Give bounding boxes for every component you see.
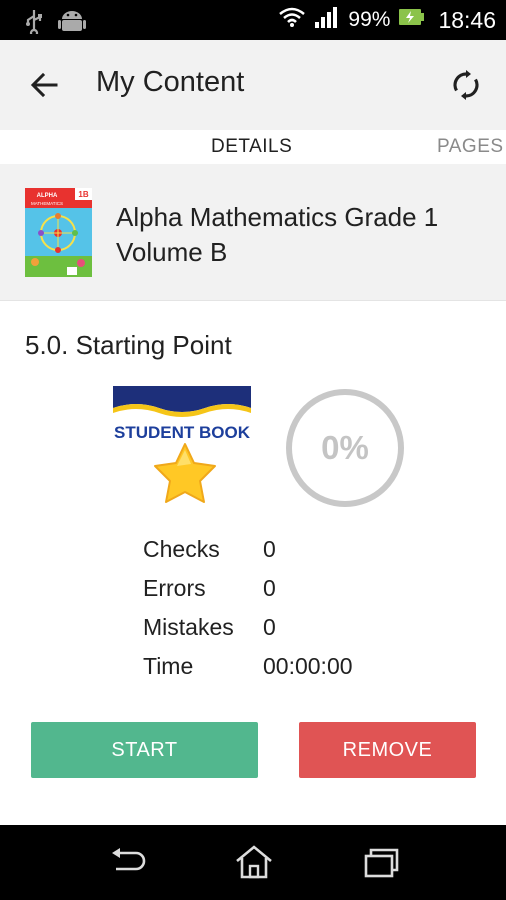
tab-bar: DETAILS PAGES bbox=[0, 130, 506, 164]
status-bar: 99% 18:46 bbox=[0, 0, 506, 40]
stat-label: Errors bbox=[143, 575, 206, 601]
back-nav-button[interactable] bbox=[103, 840, 153, 884]
arrow-back-icon bbox=[30, 72, 58, 98]
android-icon bbox=[58, 8, 86, 39]
book-header: 1B ALPHA MATHEMATICS Alpha Mathematics G… bbox=[0, 164, 506, 301]
back-button[interactable] bbox=[22, 63, 66, 107]
clock: 18:46 bbox=[438, 6, 496, 33]
tab-details[interactable]: DETAILS bbox=[211, 136, 292, 158]
stat-value: 0 bbox=[263, 536, 276, 562]
stat-label: Mistakes bbox=[143, 614, 234, 640]
stat-value: 0 bbox=[263, 614, 276, 640]
start-button[interactable]: START bbox=[31, 722, 258, 778]
system-nav-bar bbox=[0, 825, 506, 900]
student-book-badge: STUDENT BOOK bbox=[113, 386, 251, 506]
battery-percent: 99% bbox=[348, 8, 391, 31]
battery-charging-icon bbox=[398, 7, 425, 33]
recent-apps-nav-button[interactable] bbox=[355, 840, 405, 884]
wifi-icon bbox=[278, 6, 306, 34]
book-cover-image[interactable]: 1B ALPHA MATHEMATICS bbox=[25, 188, 92, 277]
sync-icon bbox=[453, 70, 479, 100]
sync-button[interactable] bbox=[444, 63, 488, 107]
stat-label: Checks bbox=[143, 536, 220, 562]
badge-label: STUDENT BOOK bbox=[114, 423, 251, 442]
stat-value: 0 bbox=[263, 575, 276, 601]
app-bar: My Content bbox=[0, 40, 506, 130]
usb-icon bbox=[24, 8, 44, 39]
book-title: Alpha Mathematics Grade 1 Volume B bbox=[116, 202, 439, 267]
section-title: 5.0. Starting Point bbox=[25, 330, 232, 360]
signal-icon bbox=[314, 6, 340, 34]
progress-percent: 0% bbox=[321, 429, 369, 466]
svg-text:1B: 1B bbox=[78, 190, 88, 199]
remove-button[interactable]: REMOVE bbox=[299, 722, 476, 778]
svg-text:MATHEMATICS: MATHEMATICS bbox=[31, 201, 63, 206]
stat-label: Time bbox=[143, 653, 194, 679]
page-title: My Content bbox=[96, 66, 245, 98]
tab-pages[interactable]: PAGES bbox=[437, 136, 504, 158]
stat-value: 00:00:00 bbox=[263, 653, 353, 679]
home-icon bbox=[236, 845, 272, 879]
home-nav-button[interactable] bbox=[229, 840, 279, 884]
recent-apps-icon bbox=[364, 848, 399, 878]
svg-text:ALPHA: ALPHA bbox=[37, 193, 58, 199]
back-nav-icon bbox=[112, 848, 146, 871]
